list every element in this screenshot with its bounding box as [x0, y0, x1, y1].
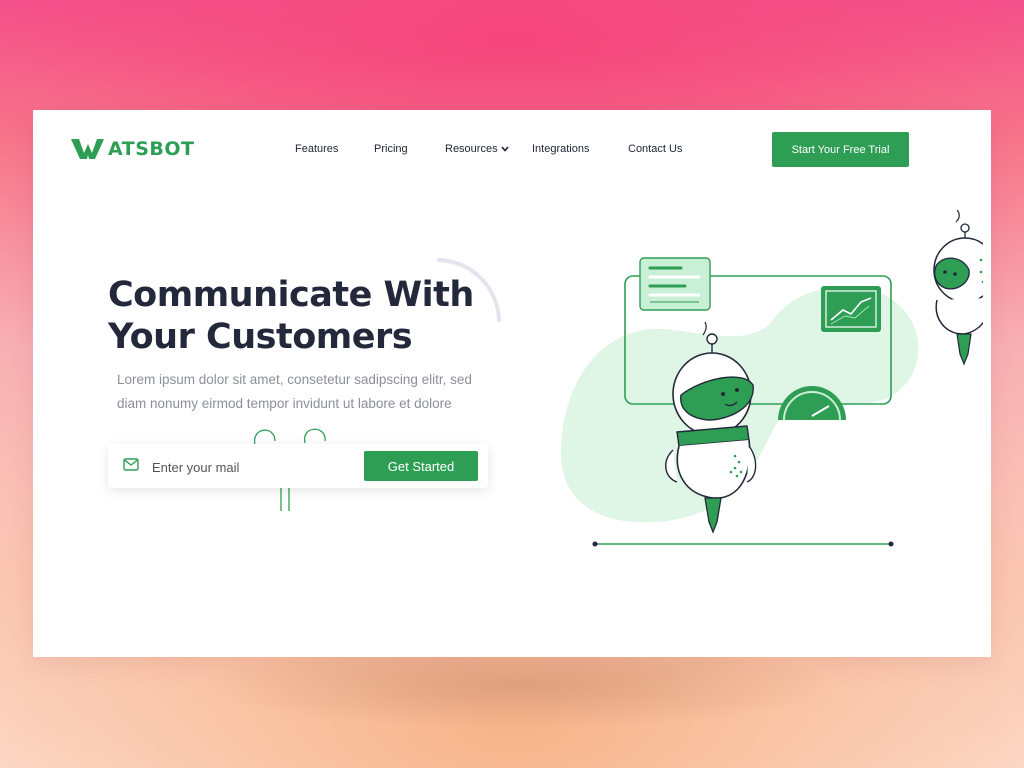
- nav-resources-label: Resources: [445, 143, 498, 155]
- nav-features[interactable]: Features: [295, 143, 338, 155]
- hero-title: Communicate With Your Customers: [108, 274, 528, 358]
- logo[interactable]: ATSBOT: [71, 136, 194, 162]
- hero-subtitle: Lorem ipsum dolor sit amet, consetetur s…: [117, 368, 507, 416]
- nav-integrations[interactable]: Integrations: [532, 143, 589, 155]
- hero-subtitle-line-1: Lorem ipsum dolor sit amet, consetetur s…: [117, 372, 472, 387]
- robot-icon-small: [933, 210, 983, 366]
- nav-pricing[interactable]: Pricing: [374, 143, 408, 155]
- get-started-button[interactable]: Get Started: [364, 451, 478, 481]
- logo-text: ATSBOT: [108, 138, 195, 160]
- hero-subtitle-line-2: diam nonumy eirmod tempor invidunt ut la…: [117, 396, 452, 411]
- start-free-trial-button[interactable]: Start Your Free Trial: [772, 132, 909, 167]
- nav-resources[interactable]: Resources: [445, 143, 509, 155]
- mail-icon: [123, 458, 139, 471]
- email-signup-form: Get Started: [108, 444, 488, 488]
- email-input[interactable]: [150, 454, 354, 480]
- chat-panel-icon: [639, 257, 711, 311]
- ground-line: [592, 541, 894, 547]
- hero-title-line-1: Communicate With: [108, 275, 474, 315]
- line-chart-icon: [821, 286, 881, 332]
- robot-illustration: [560, 210, 983, 547]
- landing-page-card: ATSBOT Features Pricing Resources Integr…: [33, 110, 991, 657]
- nav-contact-us[interactable]: Contact Us: [628, 143, 682, 155]
- hero-title-line-2: Your Customers: [108, 317, 413, 357]
- chevron-down-icon: [500, 146, 509, 152]
- logo-w-icon: [71, 139, 104, 159]
